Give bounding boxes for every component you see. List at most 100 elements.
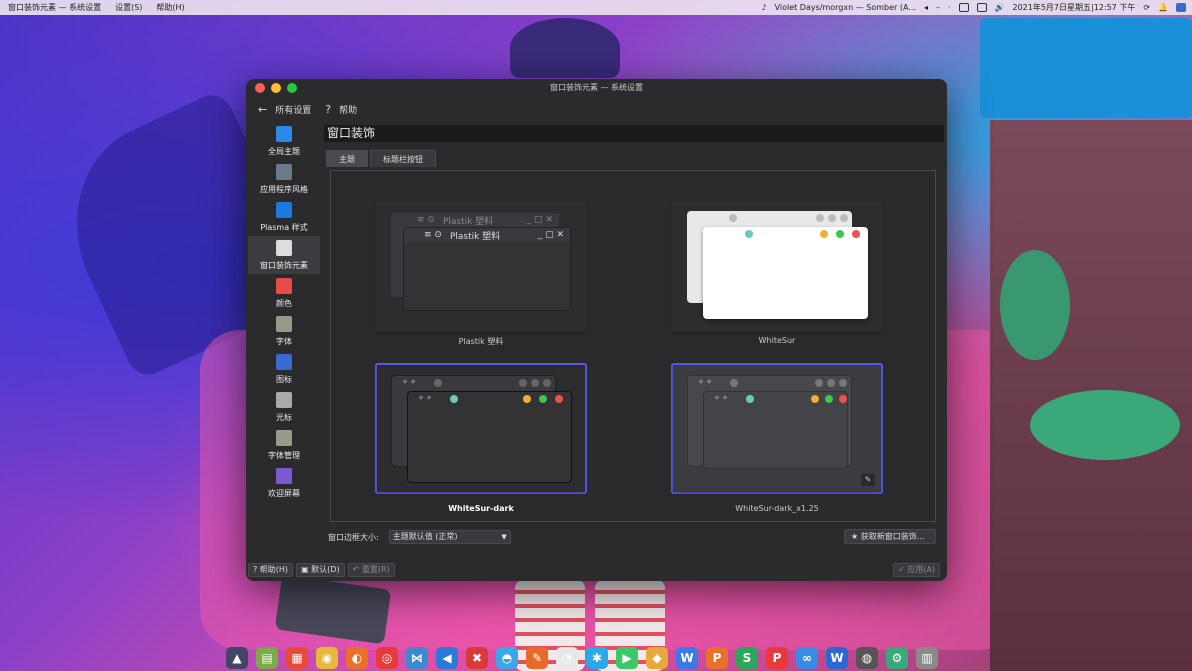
trash-icon[interactable]: ▥ — [916, 646, 938, 669]
dot-icon — [543, 379, 551, 387]
sparkle-icon: ✧ ✧ — [402, 378, 416, 386]
theme-tile-whitesur-dark-x125[interactable]: ✧ ✧ ✧ ✧ ✎ — [671, 363, 883, 494]
dot-icon — [450, 395, 458, 403]
media-icon[interactable]: ♪ — [761, 3, 766, 12]
minus-icon[interactable]: – — [936, 3, 940, 12]
window-title: 窗口装饰元素 — 系统设置 — [549, 83, 644, 92]
title-bar[interactable]: 窗口装饰元素 — 系统设置 — [246, 79, 947, 97]
launcher-icon[interactable]: ▲ — [226, 646, 248, 669]
baidu-netdisk-icon[interactable]: ∞ — [796, 646, 818, 669]
sync-icon[interactable]: ⟳ — [1143, 3, 1150, 12]
dot-icon — [434, 379, 442, 387]
help-button[interactable]: ? 帮助 — [325, 103, 357, 116]
sidebar-item-label: Plasma 样式 — [260, 222, 308, 232]
firefox-icon[interactable]: ◐ — [346, 646, 368, 669]
app-title[interactable]: 窗口装饰元素 — 系统设置 — [8, 2, 101, 13]
dot-icon — [730, 379, 738, 387]
sidebar-item-label: 图标 — [276, 374, 292, 384]
undo-icon: ↶ — [352, 565, 362, 574]
edit-icon[interactable]: ✎ — [861, 474, 875, 486]
sidebar-item-label: 光标 — [276, 412, 292, 422]
sidebar-item[interactable]: Plasma 样式 — [248, 198, 320, 236]
sidebar-item-label: 窗口装饰元素 — [260, 260, 308, 270]
dot-icon — [745, 230, 753, 238]
theme-tile-whitesur[interactable] — [671, 201, 883, 332]
footer-help-label: 帮助(H) — [259, 565, 289, 574]
dot-icon — [839, 379, 847, 387]
xmind-icon[interactable]: ✖ — [466, 646, 488, 669]
wallpaper-box — [980, 18, 1192, 118]
display-icon[interactable] — [958, 3, 969, 12]
network-icon[interactable]: ⋈ — [406, 646, 428, 669]
tab-titlebar-buttons[interactable]: 标题栏按钮 — [370, 150, 436, 167]
preview-titlebar: ≡ ⊙ Plastik 塑料 _ ▢ ✕ — [391, 213, 559, 227]
toolbar: ← 所有设置 ? 帮助 — [246, 97, 947, 121]
sidebar-item[interactable]: 应用程序风格 — [248, 160, 320, 198]
wps-spreadsheet-icon[interactable]: S — [736, 646, 758, 669]
dot-icon — [816, 214, 824, 222]
star-app-icon[interactable]: ✱ — [586, 646, 608, 669]
sidebar-item-label: 欢迎屏幕 — [268, 488, 300, 498]
sidebar-item-label: 字体管理 — [268, 450, 300, 460]
wallpaper-slipper — [1000, 250, 1070, 360]
sidebar: 全局主题 应用程序风格 Plasma 样式 窗口装饰元素颜色 字体图标光标字体管理欢迎屏… — [248, 122, 320, 554]
app-store-icon[interactable]: ▦ — [286, 646, 308, 669]
dot-icon — [836, 230, 844, 238]
get-new-label: 获取新窗口装饰... — [860, 532, 925, 541]
sidebar-item[interactable]: 窗口装饰元素 — [248, 236, 320, 274]
docs-icon[interactable]: W — [826, 646, 848, 669]
vscode-icon[interactable]: ◀ — [436, 646, 458, 669]
sidebar-item[interactable]: 欢迎屏幕 — [248, 464, 320, 502]
all-settings-button[interactable]: ← 所有设置 — [258, 103, 311, 116]
dot-icon — [828, 214, 836, 222]
files-icon[interactable]: ▤ — [256, 646, 278, 669]
theme-tile-whitesur-dark[interactable]: ✧ ✧ ✧ ✧ — [375, 363, 587, 494]
tool-icon[interactable]: ◆ — [646, 646, 668, 669]
defaults-button[interactable]: ▣ 默认(D) — [296, 563, 345, 577]
system-icon[interactable]: ◍ — [856, 646, 878, 669]
sidebar-item[interactable]: 颜色 — [248, 274, 320, 312]
bell-icon[interactable]: 🔔 — [1158, 3, 1168, 12]
tab-theme[interactable]: 主题 — [326, 150, 368, 167]
wps-pdf-icon[interactable]: P — [766, 646, 788, 669]
sparkle-icon: ✧ ✧ — [714, 394, 728, 402]
datetime[interactable]: 2021年5月7日星期五|12:57 下午 — [1012, 2, 1135, 13]
sidebar-item[interactable]: 光标 — [248, 388, 320, 426]
dot-icon — [811, 395, 819, 403]
theme-tile-plastik[interactable]: ≡ ⊙ Plastik 塑料 _ ▢ ✕ ≡ ⊙ Plastik 塑料 _ ▢ … — [375, 201, 587, 332]
get-new-decorations-button[interactable]: ★ 获取新窗口装饰... — [844, 529, 936, 544]
global-theme-icon — [276, 125, 292, 142]
volume-icon[interactable]: 🔊 — [995, 3, 1005, 12]
sidebar-item[interactable]: 图标 — [248, 350, 320, 388]
icons-icon — [276, 353, 292, 370]
sidebar-item[interactable]: 字体 — [248, 312, 320, 350]
wps-writer-icon[interactable]: W — [676, 646, 698, 669]
keyboard-icon[interactable] — [976, 3, 987, 12]
settings-icon[interactable]: ⚙ — [886, 646, 908, 669]
prev-icon[interactable]: ◂ — [924, 3, 928, 12]
dot-icon — [746, 395, 754, 403]
sidebar-item[interactable]: 字体管理 — [248, 426, 320, 464]
desktop-icon[interactable] — [1176, 3, 1186, 12]
now-playing[interactable]: Violet Days/morgxn — Somber (A... — [775, 3, 916, 12]
pen-icon[interactable]: ✎ — [526, 646, 548, 669]
menu-help[interactable]: 帮助(H) — [156, 2, 184, 13]
weibo-icon[interactable]: ◎ — [376, 646, 398, 669]
wallpaper-hat — [510, 18, 620, 78]
menu-settings[interactable]: 设置(S) — [115, 2, 142, 13]
sidebar-item[interactable]: 全局主题 — [248, 122, 320, 160]
dot-icon[interactable]: · — [948, 3, 951, 12]
footer-help-button[interactable]: ? 帮助(H) — [248, 563, 294, 577]
reset-button[interactable]: ↶ 重置(R) — [347, 563, 395, 577]
chat-icon[interactable]: ◓ — [496, 646, 518, 669]
theme-name-label: WhiteSur-dark_x1.25 — [735, 504, 819, 513]
border-size-select[interactable]: 主题默认值 (正常) ▼ — [388, 530, 511, 544]
theme-name-label: Plastik 塑料 — [458, 337, 504, 346]
wps-presentation-icon[interactable]: P — [706, 646, 728, 669]
apply-button[interactable]: ✓ 应用(A) — [893, 563, 940, 577]
qq-icon[interactable]: ◔ — [556, 646, 578, 669]
chrome-icon[interactable]: ◉ — [316, 646, 338, 669]
play-icon[interactable]: ▶ — [616, 646, 638, 669]
dot-icon — [825, 395, 833, 403]
plasma-style-icon — [276, 201, 292, 218]
